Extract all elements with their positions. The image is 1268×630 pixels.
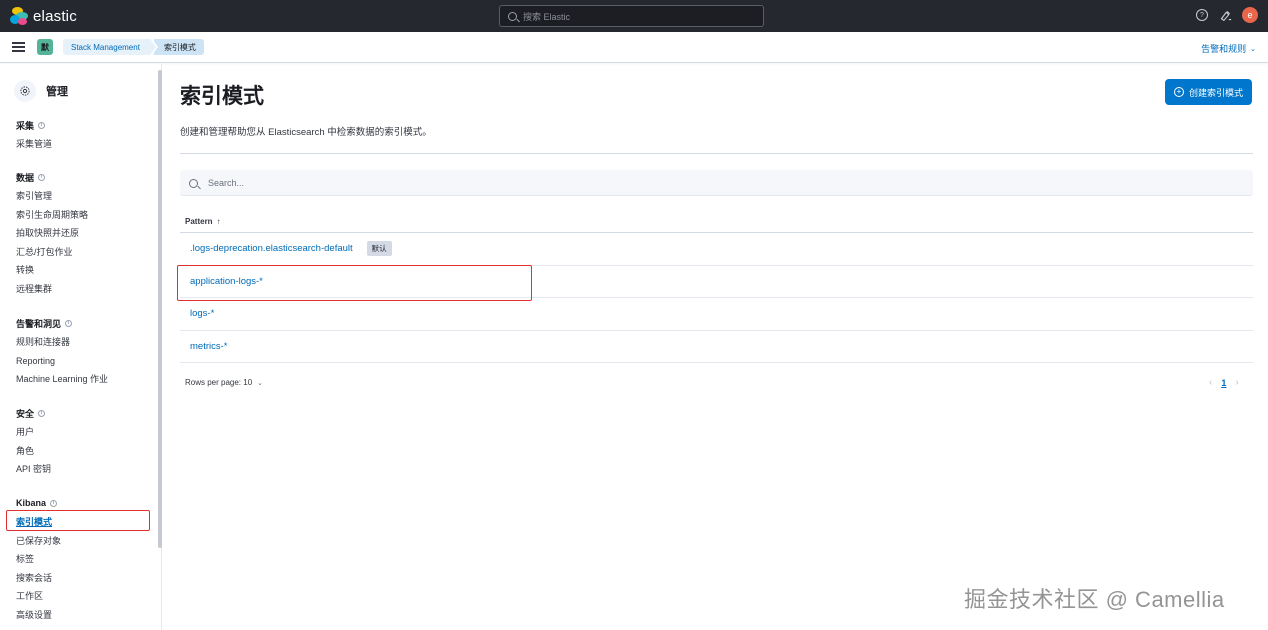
main-content: 索引模式 + 创建索引模式 创建和管理帮助您从 Elasticsearch 中检… <box>163 64 1268 630</box>
pagination: ‹ 1 › <box>1209 377 1239 388</box>
column-header-label: Pattern <box>185 216 213 226</box>
search-icon <box>508 11 517 21</box>
page-description: 创建和管理帮助您从 Elasticsearch 中检索数据的索引模式。 <box>180 127 432 138</box>
sidebar-item-saved-objects[interactable]: 已保存对象 <box>16 532 61 551</box>
elastic-logo[interactable]: elastic <box>10 7 77 25</box>
create-index-pattern-button[interactable]: + 创建索引模式 <box>1165 79 1252 105</box>
sidebar-group-title: 告警和洞见 <box>16 318 62 329</box>
sidebar-item-advanced-settings[interactable]: 高级设置 <box>16 606 61 625</box>
user-avatar[interactable]: e <box>1242 7 1258 23</box>
sidebar-header: 管理 <box>14 80 68 102</box>
management-sidebar: 管理 采集 i 采集管道 数据 i 索引管理 索引生命周期策略 拍取快照并还原 汇总… <box>0 64 162 630</box>
sidebar-item-users[interactable]: 用户 <box>16 423 51 442</box>
search-placeholder: Search... <box>208 178 245 188</box>
sidebar-group-title: 安全 <box>16 408 35 419</box>
chevron-down-icon: ⌄ <box>1250 45 1256 53</box>
page-number[interactable]: 1 <box>1221 378 1226 388</box>
rows-per-page-selector[interactable]: Rows per page: 10 ⌄ <box>185 378 263 387</box>
gear-icon <box>14 80 36 102</box>
top-nav-bar: elastic 搜索 Elastic ? e <box>0 0 1268 32</box>
sidebar-group-title: 数据 <box>16 172 35 183</box>
sidebar-group-ingest: 采集 i 采集管道 <box>16 119 52 154</box>
sidebar-group-title: Kibana <box>16 498 47 508</box>
sidebar-group-title: 采集 <box>16 120 35 131</box>
index-pattern-search-input[interactable]: Search... <box>180 170 1253 196</box>
sidebar-item-ilm-policies[interactable]: 索引生命周期策略 <box>16 206 88 225</box>
info-icon: i <box>38 173 46 181</box>
sidebar-item-transforms[interactable]: 转换 <box>16 261 88 280</box>
sidebar-item-spaces[interactable]: 工作区 <box>16 587 61 606</box>
info-icon: i <box>50 499 58 507</box>
plus-circle-icon: + <box>1173 87 1184 97</box>
sidebar-group-alerts-insights: 告警和洞见 i 规则和连接器 Reporting Machine Learning… <box>16 317 108 389</box>
sort-ascending-icon: ↑ <box>216 216 221 226</box>
rows-per-page-label: Rows per page: 10 <box>185 378 253 387</box>
global-search-placeholder: 搜索 Elastic <box>523 11 571 22</box>
sidebar-item-reporting[interactable]: Reporting <box>16 352 108 371</box>
divider <box>180 153 1253 154</box>
watermark: 掘金技术社区 @ Camellia <box>964 587 1225 612</box>
sidebar-group-security: 安全 i 用户 角色 API 密钥 <box>16 407 51 479</box>
sidebar-item-search-sessions[interactable]: 搜索会话 <box>16 569 61 588</box>
info-icon: i <box>65 319 73 327</box>
page-title: 索引模式 <box>180 85 264 108</box>
breadcrumb: Stack Management 索引模式 <box>63 39 204 55</box>
help-icon[interactable]: ? <box>1196 9 1208 21</box>
table-row: metrics-* <box>180 331 1253 363</box>
info-icon: i <box>38 121 46 129</box>
elastic-logo-icon <box>10 7 28 25</box>
sidebar-item-rules-connectors[interactable]: 规则和连接器 <box>16 333 108 352</box>
previous-page-icon[interactable]: ‹ <box>1209 377 1212 388</box>
chevron-down-icon: ⌄ <box>257 379 264 387</box>
breadcrumb-index-patterns: 索引模式 <box>153 39 204 55</box>
sidebar-item-snapshot-restore[interactable]: 拍取快照并还原 <box>16 224 88 243</box>
index-pattern-link[interactable]: metrics-* <box>190 341 227 352</box>
global-search-input[interactable]: 搜索 Elastic <box>499 5 764 27</box>
default-badge: 默认 <box>366 241 392 257</box>
hamburger-menu-icon[interactable] <box>12 39 25 54</box>
brand-name: elastic <box>33 7 77 25</box>
next-page-icon[interactable]: › <box>1235 377 1238 388</box>
sidebar-item-api-keys[interactable]: API 密钥 <box>16 460 51 479</box>
sidebar-item-rollup-jobs[interactable]: 汇总/打包作业 <box>16 243 88 262</box>
alerts-and-rules-label: 告警和规则 <box>1201 44 1247 54</box>
newsfeed-icon[interactable] <box>1218 8 1232 22</box>
sidebar-item-ml-jobs[interactable]: Machine Learning 作业 <box>16 370 108 389</box>
info-icon: i <box>38 409 46 417</box>
table-row: .logs-deprecation.elasticsearch-default … <box>180 233 1253 266</box>
sidebar-group-data: 数据 i 索引管理 索引生命周期策略 拍取快照并还原 汇总/打包作业 转换 远程集… <box>16 171 88 298</box>
highlight-box-sidebar <box>6 510 150 531</box>
table-header-pattern[interactable]: Pattern ↑ <box>180 210 1253 233</box>
sidebar-item-remote-clusters[interactable]: 远程集群 <box>16 280 88 299</box>
search-icon <box>189 178 198 188</box>
sidebar-item-index-management[interactable]: 索引管理 <box>16 187 88 206</box>
header-breadcrumb-bar: 默 Stack Management 索引模式 告警和规则 ⌄ <box>0 32 1268 63</box>
sidebar-scrollbar[interactable] <box>158 70 162 548</box>
index-pattern-link[interactable]: .logs-deprecation.elasticsearch-default <box>190 243 353 254</box>
space-selector-badge[interactable]: 默 <box>37 39 53 55</box>
alerts-and-rules-menu[interactable]: 告警和规则 ⌄ <box>1201 42 1256 55</box>
sidebar-item-roles[interactable]: 角色 <box>16 442 51 461</box>
sidebar-item-tags[interactable]: 标签 <box>16 550 61 569</box>
table-row: logs-* <box>180 298 1253 331</box>
sidebar-item-ingest-pipelines[interactable]: 采集管道 <box>16 135 52 154</box>
index-pattern-link[interactable]: logs-* <box>190 308 214 319</box>
create-index-pattern-label: 创建索引模式 <box>1188 87 1243 98</box>
breadcrumb-stack-management[interactable]: Stack Management <box>63 39 158 55</box>
highlight-box-row <box>177 265 532 301</box>
sidebar-title: 管理 <box>46 86 68 98</box>
